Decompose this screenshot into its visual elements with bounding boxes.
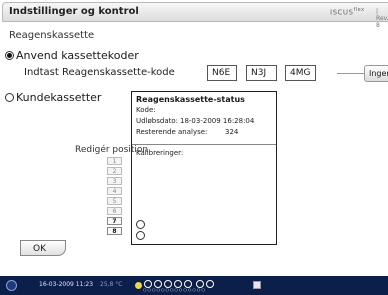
sample-dots-icon: ○○○○○○○○○○○○○○: [143, 287, 206, 292]
status-kode-label: Kode:: [136, 106, 156, 114]
taskbar-temperature: 25,8 °C: [100, 281, 123, 288]
message-icon[interactable]: [253, 281, 261, 289]
status-divider: [132, 144, 276, 145]
position-button-6[interactable]: 6: [107, 207, 122, 215]
position-button-1[interactable]: 1: [107, 157, 122, 165]
position-indicator-icon: [206, 280, 214, 288]
radio-anvend-kassettekoder[interactable]: [5, 51, 14, 60]
logo-sup: flex: [353, 7, 365, 13]
status-udlob-label: Udløbsdato:: [136, 117, 179, 125]
status-rest-label: Resterende analyse:: [136, 128, 208, 136]
no-code-button[interactable]: Ingen kode: [364, 65, 388, 82]
radio-kundekassetter[interactable]: [5, 93, 14, 102]
title-bar: Indstillinger og kontrol ISCUSflex | Rev…: [2, 2, 388, 29]
status-circle-icon: [136, 220, 145, 229]
taskbar-datetime: 16-03-2009 11:23: [39, 281, 94, 288]
logo-version: | Rev. 8: [376, 8, 388, 29]
status-circle-icon: [136, 231, 145, 240]
position-button-2[interactable]: 2: [107, 167, 122, 175]
status-rest-value: 324: [225, 128, 239, 136]
position-button-4[interactable]: 4: [107, 187, 122, 195]
label-kundekassetter[interactable]: Kundekassetter: [16, 91, 101, 104]
code-input-3[interactable]: 4MG: [285, 65, 316, 81]
status-lamp-icon: [135, 282, 142, 289]
edit-position-label: Redigér position: [75, 145, 149, 155]
logo-text: ISCUS: [330, 8, 354, 17]
position-button-5[interactable]: 5: [107, 197, 122, 205]
code-input-2[interactable]: N3J: [246, 65, 277, 81]
status-udlob-value: 18-03-2009 16:28:04: [180, 117, 255, 125]
section-title: Reagenskassette: [9, 30, 95, 41]
status-taskbar: 16-03-2009 11:23 25,8 °C ○○○○○○○○○○○○○○: [0, 276, 388, 295]
power-icon[interactable]: [6, 280, 17, 291]
label-anvend-kassettekoder[interactable]: Anvend kassettekoder: [16, 49, 139, 62]
position-button-8[interactable]: 8: [107, 227, 122, 235]
iscus-logo: ISCUSflex: [330, 7, 365, 16]
position-button-7[interactable]: 7: [107, 217, 122, 225]
reagent-status-panel: Reagenskassette-status Kode: Udløbsdato:…: [131, 91, 277, 245]
button-connector-line: [337, 73, 364, 74]
window-title: Indstillinger og kontrol: [9, 6, 139, 17]
code-input-1[interactable]: N6E: [207, 65, 237, 81]
code-prompt-label: Indtast Reagenskassette-kode: [24, 67, 175, 78]
position-button-3[interactable]: 3: [107, 177, 122, 185]
ok-button[interactable]: OK: [20, 240, 66, 256]
status-title: Reagenskassette-status: [136, 95, 245, 104]
